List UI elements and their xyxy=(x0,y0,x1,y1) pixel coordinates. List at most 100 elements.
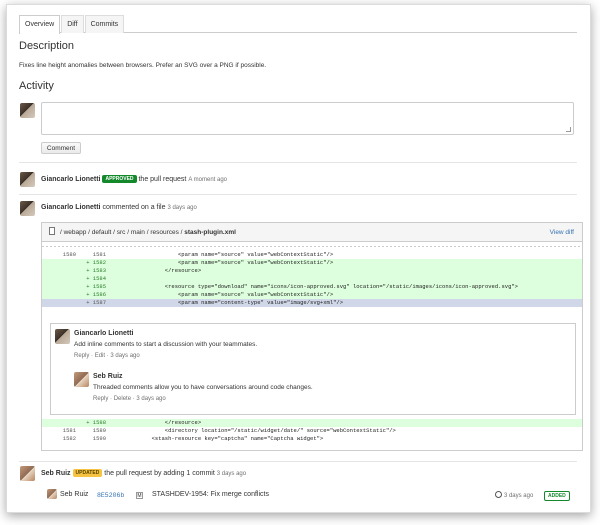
new-line-number: + 1582 xyxy=(86,259,106,266)
divider xyxy=(19,194,577,195)
activity-action: the pull request by adding 1 commit xyxy=(104,470,215,477)
new-line-number: 1581 xyxy=(92,251,106,258)
activity-updated: Seb Ruiz UPDATED the pull request by add… xyxy=(19,466,579,482)
activity-action: the pull request xyxy=(138,176,187,183)
diff-line[interactable]: + 1584 xyxy=(42,275,582,283)
activity-action: commented on a file xyxy=(102,204,166,211)
new-line-number: + 1583 xyxy=(86,267,106,274)
comment-button[interactable]: Comment xyxy=(41,142,81,154)
new-line-number: + 1585 xyxy=(86,283,106,290)
line-code: <param name="source" value="webContextSt… xyxy=(112,291,334,298)
new-line-number: + 1587 xyxy=(86,299,106,306)
reply-link[interactable]: Reply xyxy=(74,353,89,359)
comment-time: 3 days ago xyxy=(110,353,140,359)
line-code: <stash-resource key="captcha" name="Capt… xyxy=(112,435,324,442)
avatar xyxy=(74,372,89,387)
line-code: <param name="source" value="webContextSt… xyxy=(112,251,334,258)
avatar xyxy=(20,172,35,187)
commit-author[interactable]: Seb Ruiz xyxy=(60,491,88,498)
commit-message[interactable]: STASHDEV-1954: Fix merge conflicts xyxy=(152,491,269,498)
activity-text: Giancarlo Lionetti APPROVED the pull req… xyxy=(41,175,227,183)
comment-actions: Reply · Edit · 3 days ago xyxy=(74,353,140,359)
diff-line[interactable]: + 1583 </resource> xyxy=(42,267,582,275)
commit-time-wrap: 3 days ago xyxy=(495,491,533,499)
comment-textarea[interactable] xyxy=(41,102,574,135)
diff-lines-bottom: + 1588 </resource> 1581 1589 <directory lo… xyxy=(42,419,582,443)
file-path: / webapp / default / src / main / resour… xyxy=(60,229,236,236)
avatar xyxy=(20,201,35,216)
timestamp: A moment ago xyxy=(188,177,228,183)
tab-diff[interactable]: Diff xyxy=(61,15,84,33)
avatar xyxy=(20,466,35,481)
line-code: </resource> xyxy=(112,267,202,274)
divider xyxy=(19,461,577,462)
diff-line[interactable]: + 1587 <param name="content-type" value=… xyxy=(42,299,582,307)
tab-commits[interactable]: Commits xyxy=(84,15,125,33)
commit-time: 3 days ago xyxy=(503,493,534,499)
reply-actions: Reply · Delete · 3 days ago xyxy=(93,396,166,402)
activity-text: Giancarlo Lionetti commented on a file 3… xyxy=(41,204,197,211)
merge-icon: M xyxy=(136,492,143,499)
activity-commented: Giancarlo Lionetti commented on a file 3… xyxy=(19,201,579,217)
line-code: <resource type="download" name="icons/ic… xyxy=(112,283,518,290)
avatar xyxy=(47,489,57,499)
user-name[interactable]: Seb Ruiz xyxy=(41,470,71,477)
description-heading: Description xyxy=(19,40,75,52)
line-code: <param name="content-type" value="image/… xyxy=(112,299,344,306)
approved-badge: APPROVED xyxy=(102,175,137,183)
clock-icon xyxy=(495,491,502,498)
commit-hash[interactable]: 8E5206b xyxy=(97,492,124,499)
diff-line[interactable]: + 1586 <param name="source" value="webCo… xyxy=(42,291,582,299)
new-line-number: + 1586 xyxy=(86,291,106,298)
comment-text: Add inline comments to start a discussio… xyxy=(74,341,258,348)
reply-time: 3 days ago xyxy=(136,396,166,402)
inline-comment-thread: Giancarlo Lionetti Add inline comments t… xyxy=(50,323,576,415)
diff-line[interactable]: 1580 1581 <param name="source" value="web… xyxy=(42,251,582,259)
diff-lines-top: 1580 1581 <param name="source" value="web… xyxy=(42,251,582,307)
diff-line[interactable]: 1582 1590 <stash-resource key="captcha" n… xyxy=(42,435,582,443)
old-line-number: 1582 xyxy=(62,435,76,442)
new-line-number: 1589 xyxy=(92,427,106,434)
activity-heading: Activity xyxy=(19,80,54,92)
view-diff-link[interactable]: View diff xyxy=(550,229,574,236)
diff-line[interactable]: + 1585 <resource type="download" name="i… xyxy=(42,283,582,291)
line-code: <directory location="/static/widget/date… xyxy=(112,427,396,434)
activity-approved: Giancarlo Lionetti APPROVED the pull req… xyxy=(19,172,579,188)
new-line-number: + 1584 xyxy=(86,275,106,282)
file-name[interactable]: stash-plugin.xml xyxy=(184,229,236,236)
resize-grip-icon[interactable] xyxy=(566,127,571,132)
description-text: Fixes line height anomalies between brow… xyxy=(19,62,267,69)
timestamp: 3 days ago xyxy=(216,471,247,477)
file-icon xyxy=(49,227,55,235)
reply-author[interactable]: Seb Ruiz xyxy=(93,373,123,380)
comment-author[interactable]: Giancarlo Lionetti xyxy=(74,330,134,337)
user-name[interactable]: Giancarlo Lionetti xyxy=(41,176,101,183)
user-name[interactable]: Giancarlo Lionetti xyxy=(41,204,101,211)
line-code: </resource> xyxy=(112,419,202,426)
edit-link[interactable]: Edit xyxy=(95,353,105,359)
diff-line[interactable]: + 1582 <param name="source" value="webCo… xyxy=(42,259,582,267)
old-line-number: 1581 xyxy=(62,427,76,434)
diff-gap xyxy=(42,242,582,251)
added-badge: ADDED xyxy=(544,491,570,501)
reply-text: Threaded comments allow you to have conv… xyxy=(93,384,313,391)
tab-overview[interactable]: Overview xyxy=(19,15,61,34)
updated-badge: UPDATED xyxy=(72,469,103,477)
tab-bar: Overview Diff Commits xyxy=(19,15,577,34)
divider xyxy=(19,162,577,163)
new-line-number: 1590 xyxy=(92,435,106,442)
avatar xyxy=(55,329,70,344)
diff-line[interactable]: 1581 1589 <directory location="/static/wi… xyxy=(42,427,582,435)
file-diff: / webapp / default / src / main / resour… xyxy=(41,222,583,451)
diff-line[interactable]: + 1588 </resource> xyxy=(42,419,582,427)
diff-header: / webapp / default / src / main / resour… xyxy=(42,223,582,242)
activity-text: Seb Ruiz UPDATED the pull request by add… xyxy=(41,469,246,477)
delete-link[interactable]: Delete xyxy=(114,396,131,402)
line-code: <param name="source" value="webContextSt… xyxy=(112,259,334,266)
pull-request-page: Overview Diff Commits Description Fixes … xyxy=(6,4,591,513)
timestamp: 3 days ago xyxy=(167,205,197,211)
new-line-number: + 1588 xyxy=(86,419,106,426)
old-line-number: 1580 xyxy=(62,251,76,258)
avatar xyxy=(20,103,35,118)
reply-link[interactable]: Reply xyxy=(93,396,108,402)
